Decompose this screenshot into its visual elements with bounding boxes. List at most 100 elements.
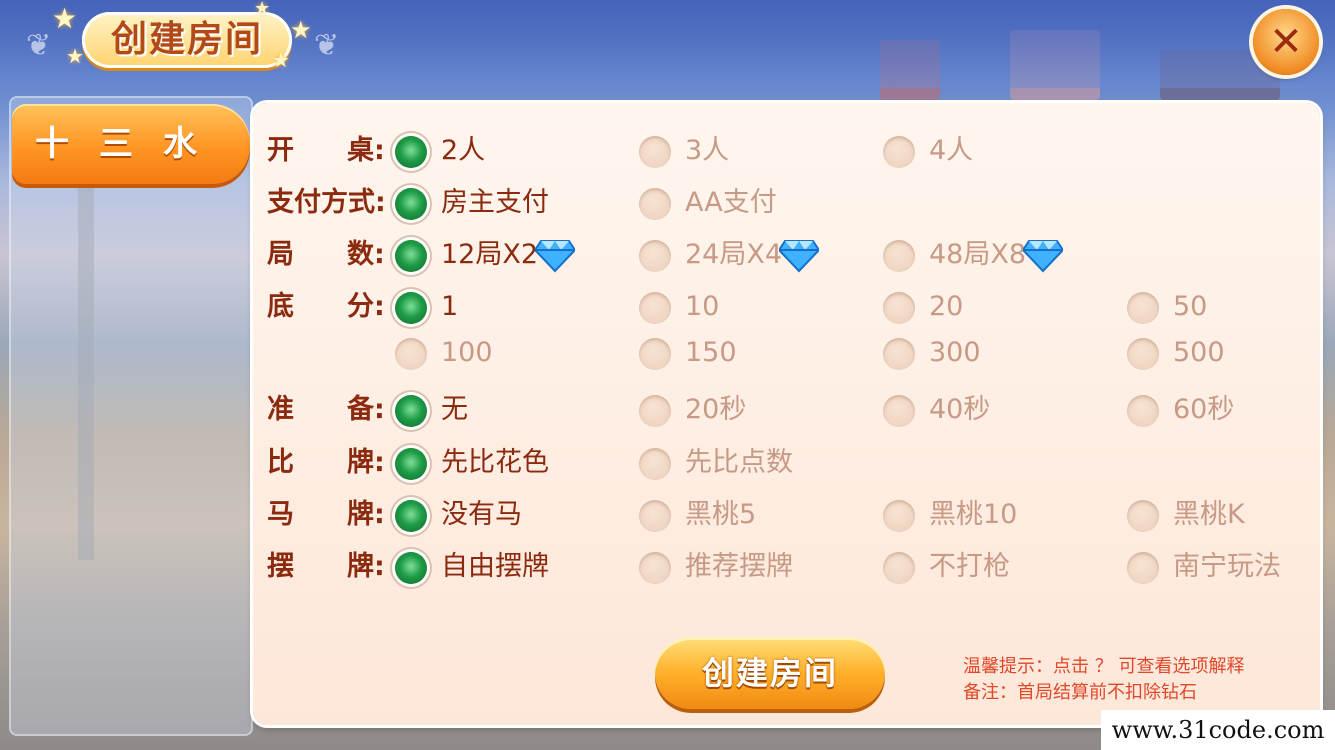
radio-unselected[interactable] bbox=[1127, 500, 1159, 532]
radio-unselected[interactable] bbox=[639, 338, 671, 370]
option-compare-points[interactable]: 先比点数 bbox=[639, 441, 869, 485]
diamond-icon bbox=[1023, 240, 1063, 273]
radio-unselected[interactable] bbox=[1127, 338, 1159, 370]
option-base-500[interactable]: 500 bbox=[1127, 331, 1335, 375]
star-icon: ★ bbox=[254, 0, 271, 19]
option-label: 24局X4 bbox=[685, 239, 783, 270]
row-label-part: 摆 bbox=[267, 551, 294, 582]
radio-unselected[interactable] bbox=[883, 136, 915, 168]
left-wing-icon: ❦ bbox=[26, 28, 52, 63]
radio-unselected[interactable] bbox=[883, 292, 915, 324]
radio-unselected[interactable] bbox=[639, 136, 671, 168]
option-arrange-free[interactable]: 自由摆牌 bbox=[395, 545, 625, 589]
option-arrange-recommended[interactable]: 推荐摆牌 bbox=[639, 545, 869, 589]
page-title: 创建房间 bbox=[110, 19, 263, 60]
close-button[interactable]: ✕ bbox=[1253, 9, 1319, 75]
option-ready-60s[interactable]: 60秒 bbox=[1127, 388, 1335, 432]
option-2-players[interactable]: 2人 bbox=[395, 129, 625, 173]
option-base-300[interactable]: 300 bbox=[883, 331, 1113, 375]
radio-unselected[interactable] bbox=[1127, 395, 1159, 427]
option-4-players[interactable]: 4人 bbox=[883, 129, 1113, 173]
option-12-rounds[interactable]: 12局X2 bbox=[395, 233, 625, 277]
row-label-part: 准 bbox=[267, 394, 294, 425]
radio-selected[interactable] bbox=[395, 136, 427, 168]
diamond-icon bbox=[779, 240, 819, 273]
option-label: 3人 bbox=[685, 135, 730, 166]
radio-unselected[interactable] bbox=[883, 240, 915, 272]
option-label: 黑桃10 bbox=[929, 499, 1018, 530]
option-host-pay[interactable]: 房主支付 bbox=[395, 181, 625, 225]
row-label-part: 分: bbox=[347, 291, 385, 322]
option-label: 40秒 bbox=[929, 394, 991, 425]
row-label-part: 桌: bbox=[347, 135, 385, 166]
radio-selected[interactable] bbox=[395, 552, 427, 584]
option-label: 先比点数 bbox=[685, 447, 793, 478]
option-row-base-score: 底 分: 1 10 20 50 bbox=[253, 285, 1320, 329]
option-horse-none[interactable]: 没有马 bbox=[395, 493, 625, 537]
option-label: 无 bbox=[441, 394, 468, 425]
option-compare-suit[interactable]: 先比花色 bbox=[395, 441, 625, 485]
radio-unselected[interactable] bbox=[883, 552, 915, 584]
option-label: 2人 bbox=[441, 135, 486, 166]
radio-unselected[interactable] bbox=[639, 240, 671, 272]
radio-selected[interactable] bbox=[395, 188, 427, 220]
option-label: 60秒 bbox=[1173, 394, 1235, 425]
option-ready-20s[interactable]: 20秒 bbox=[639, 388, 869, 432]
option-arrange-no-shoot[interactable]: 不打枪 bbox=[883, 545, 1113, 589]
option-horse-spadek[interactable]: 黑桃K bbox=[1127, 493, 1335, 537]
option-label: 先比花色 bbox=[441, 447, 549, 478]
option-label: 推荐摆牌 bbox=[685, 551, 793, 582]
radio-unselected[interactable] bbox=[395, 338, 427, 370]
option-label: 4人 bbox=[929, 135, 974, 166]
option-label: 100 bbox=[441, 337, 493, 368]
radio-selected[interactable] bbox=[395, 500, 427, 532]
option-arrange-nanning[interactable]: 南宁玩法 bbox=[1127, 545, 1335, 589]
option-3-players[interactable]: 3人 bbox=[639, 129, 869, 173]
option-ready-40s[interactable]: 40秒 bbox=[883, 388, 1113, 432]
radio-unselected[interactable] bbox=[883, 500, 915, 532]
option-24-rounds[interactable]: 24局X4 bbox=[639, 233, 869, 277]
option-horse-spade5[interactable]: 黑桃5 bbox=[639, 493, 869, 537]
option-label: 房主支付 bbox=[441, 187, 549, 218]
row-label-part: 数: bbox=[347, 239, 385, 270]
option-base-10[interactable]: 10 bbox=[639, 285, 869, 329]
option-label: 500 bbox=[1173, 337, 1225, 368]
radio-unselected[interactable] bbox=[639, 448, 671, 480]
option-label: 1 bbox=[441, 291, 459, 322]
radio-unselected[interactable] bbox=[639, 552, 671, 584]
row-label-part: 局 bbox=[267, 239, 294, 270]
option-48-rounds[interactable]: 48局X8 bbox=[883, 233, 1113, 277]
radio-unselected[interactable] bbox=[1127, 292, 1159, 324]
option-base-150[interactable]: 150 bbox=[639, 331, 869, 375]
option-ready-none[interactable]: 无 bbox=[395, 388, 625, 432]
tab-shisanshui[interactable]: 十三水 bbox=[12, 104, 250, 184]
option-row-horse: 马 牌: 没有马 黑桃5 黑桃10 黑桃K bbox=[253, 493, 1320, 537]
radio-unselected[interactable] bbox=[639, 395, 671, 427]
diamond-icon bbox=[535, 240, 575, 273]
option-label: 南宁玩法 bbox=[1173, 551, 1281, 582]
radio-unselected[interactable] bbox=[639, 292, 671, 324]
create-room-button[interactable]: 创建房间 bbox=[655, 637, 885, 709]
radio-selected[interactable] bbox=[395, 395, 427, 427]
radio-selected[interactable] bbox=[395, 448, 427, 480]
row-label-part: 牌: bbox=[347, 551, 385, 582]
option-base-100[interactable]: 100 bbox=[395, 331, 625, 375]
hint-text: 温馨提示：点击 ？ 可查看选项解释 bbox=[963, 656, 1245, 677]
right-wing-icon: ❦ bbox=[314, 28, 340, 63]
option-aa-pay[interactable]: AA支付 bbox=[639, 181, 869, 225]
radio-unselected[interactable] bbox=[883, 395, 915, 427]
note-text: 备注：首局结算前不扣除钻石 bbox=[963, 682, 1197, 703]
option-label: 黑桃5 bbox=[685, 499, 757, 530]
option-row-ready: 准 备: 无 20秒 40秒 60秒 bbox=[253, 388, 1320, 432]
option-base-20[interactable]: 20 bbox=[883, 285, 1113, 329]
option-horse-spade10[interactable]: 黑桃10 bbox=[883, 493, 1113, 537]
radio-unselected[interactable] bbox=[639, 188, 671, 220]
radio-selected[interactable] bbox=[395, 240, 427, 272]
radio-unselected[interactable] bbox=[1127, 552, 1159, 584]
radio-selected[interactable] bbox=[395, 292, 427, 324]
option-base-50[interactable]: 50 bbox=[1127, 285, 1335, 329]
radio-unselected[interactable] bbox=[639, 500, 671, 532]
option-label: 不打枪 bbox=[929, 551, 1010, 582]
radio-unselected[interactable] bbox=[883, 338, 915, 370]
option-base-1[interactable]: 1 bbox=[395, 285, 625, 329]
